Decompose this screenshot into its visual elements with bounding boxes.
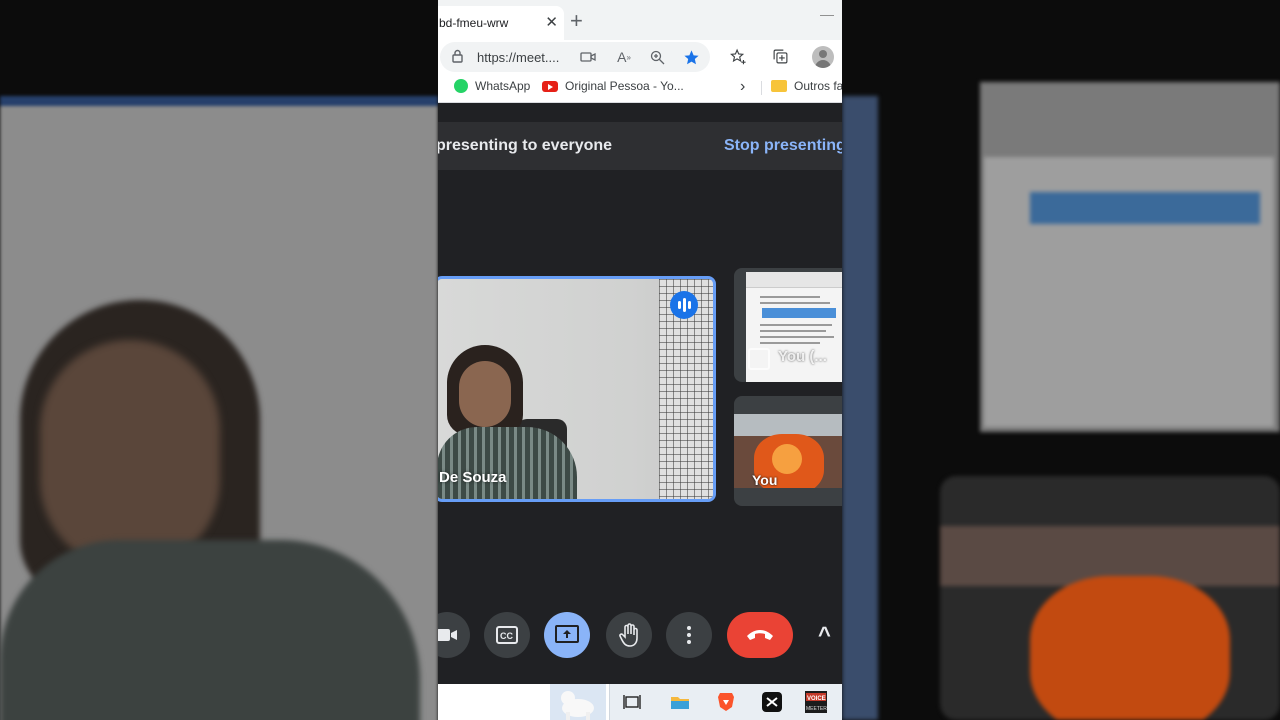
svg-text:MEETER: MEETER (806, 706, 827, 712)
raise-hand-icon (619, 623, 638, 647)
bookmarks-bar: WhatsApp Original Pessoa - Yo... › Outro… (438, 73, 842, 103)
folder-icon (771, 80, 787, 92)
speaking-indicator-icon (670, 291, 698, 319)
participant-tile-presentation[interactable]: You (... (734, 268, 842, 382)
favorites-icon[interactable] (728, 46, 748, 66)
self-camera-label: You (752, 472, 778, 488)
close-tab-icon[interactable]: ✕ (545, 13, 558, 31)
hang-up-icon (747, 630, 773, 640)
bookmark-youtube[interactable]: Original Pessoa - Yo... (542, 79, 684, 93)
blurred-background-right (842, 0, 1280, 720)
camera-permission-icon[interactable] (578, 47, 598, 67)
present-icon (748, 348, 770, 370)
present-button[interactable] (544, 612, 590, 658)
call-controls: CC ^ (438, 610, 842, 662)
windows-taskbar: VOICE MEETER (438, 684, 842, 720)
url-text: https://meet.... (477, 50, 560, 65)
divider (761, 81, 762, 95)
browser-tab[interactable]: bd-fmeu-wrw ✕ (438, 6, 564, 40)
favorite-star-icon[interactable] (681, 47, 701, 67)
read-aloud-icon[interactable]: A» (614, 47, 634, 67)
blurred-border (842, 96, 878, 720)
bookmark-whatsapp[interactable]: WhatsApp (454, 79, 530, 93)
more-options-button[interactable] (666, 612, 712, 658)
chevron-right-icon[interactable]: › (740, 78, 745, 96)
collections-icon[interactable] (770, 46, 790, 66)
stop-presenting-button[interactable]: Stop presenting (724, 137, 842, 155)
minimize-icon[interactable]: — (820, 6, 834, 22)
brave-browser-icon[interactable] (714, 690, 738, 714)
more-vertical-icon (687, 626, 691, 644)
svg-text:VOICE: VOICE (807, 696, 826, 702)
present-screen-icon (555, 625, 579, 643)
blurred-person-shirt (0, 540, 420, 720)
bookmark-label: WhatsApp (475, 79, 531, 93)
presenting-text: presenting to everyone (438, 137, 613, 154)
taskbar-search[interactable] (438, 684, 610, 720)
presenting-banner: presenting to everyone Stop presenting (438, 122, 842, 170)
bookmark-label: Original Pessoa - Yo... (565, 79, 684, 93)
blurred-background-left (0, 0, 438, 720)
whatsapp-icon (454, 79, 468, 93)
closed-captions-icon: CC (496, 626, 518, 644)
self-presentation-label: You (... (778, 348, 827, 365)
omnibox[interactable]: https://meet.... A» (440, 42, 710, 72)
camera-button[interactable] (438, 612, 470, 658)
blurred-document (980, 82, 1280, 432)
meet-window: bd-fmeu-wrw ✕ + — https://meet.... A» Wh… (438, 0, 842, 720)
tab-title: bd-fmeu-wrw (439, 16, 509, 30)
camera-icon (438, 629, 457, 641)
profile-avatar-icon[interactable] (812, 46, 834, 68)
zoom-icon[interactable] (647, 47, 667, 67)
self-video (734, 414, 842, 488)
capcut-icon[interactable] (760, 690, 784, 714)
participant-tile-main[interactable]: De Souza (438, 276, 716, 502)
chevron-up-icon[interactable]: ^ (818, 622, 831, 648)
participant-tile-self[interactable]: You (734, 396, 842, 506)
participant-name: De Souza (439, 469, 507, 486)
youtube-icon (542, 80, 558, 92)
tab-bar: bd-fmeu-wrw ✕ + — (438, 0, 842, 40)
voicemeeter-icon[interactable]: VOICE MEETER (804, 690, 828, 714)
polar-bear-icon (550, 684, 606, 720)
bookmark-other-favorites[interactable]: Outros fa (771, 79, 842, 93)
file-explorer-icon[interactable] (668, 690, 692, 714)
new-tab-icon[interactable]: + (570, 8, 583, 34)
blurred-camera-tile (940, 476, 1280, 720)
leave-call-button[interactable] (727, 612, 793, 658)
task-view-icon[interactable] (620, 690, 644, 714)
bookmark-label: Outros fa (794, 79, 842, 93)
svg-text:CC: CC (500, 631, 513, 641)
captions-button[interactable]: CC (484, 612, 530, 658)
blurred-person-face (40, 340, 220, 570)
raise-hand-button[interactable] (606, 612, 652, 658)
address-bar: https://meet.... A» (438, 40, 842, 73)
lock-icon (452, 49, 463, 63)
